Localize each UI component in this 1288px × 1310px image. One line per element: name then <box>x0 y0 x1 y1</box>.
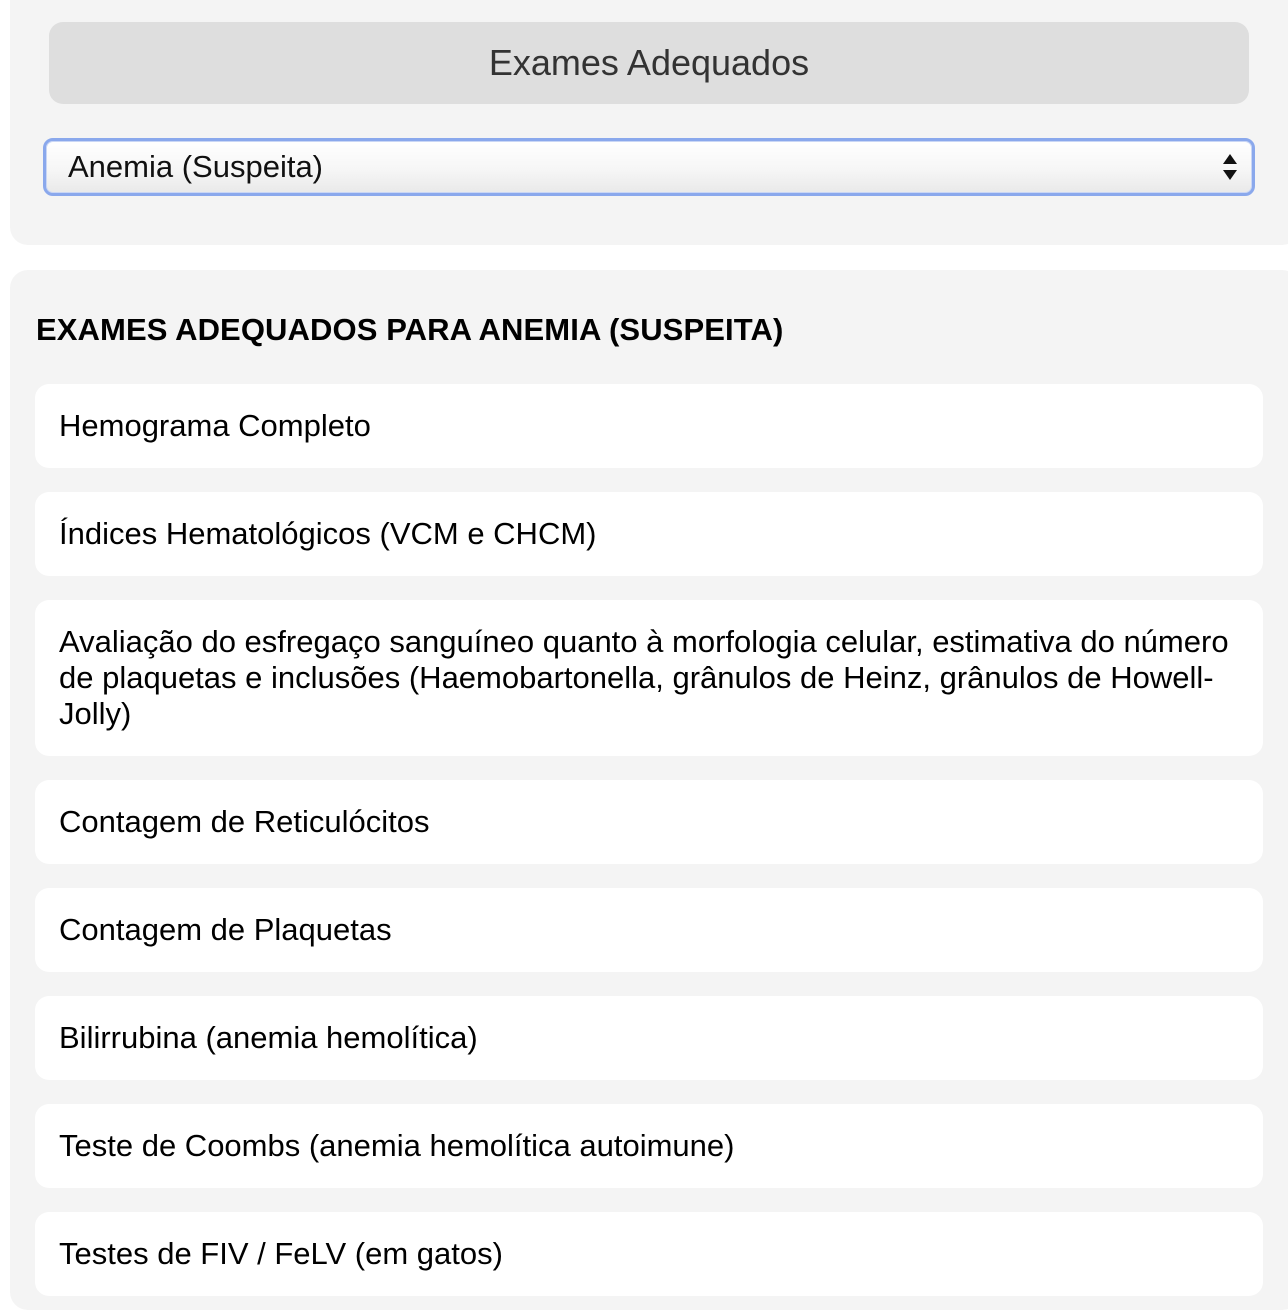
results-heading: EXAMES ADEQUADOS PARA ANEMIA (SUSPEITA) <box>36 312 784 347</box>
exam-list-item: Avaliação do esfregaço sanguíneo quanto … <box>35 600 1263 756</box>
exam-list-item: Contagem de Plaquetas <box>35 888 1263 972</box>
exam-list-item: Hemograma Completo <box>35 384 1263 468</box>
exam-list-item: Contagem de Reticulócitos <box>35 780 1263 864</box>
condition-select-value: Anemia (Suspeita) <box>68 149 324 184</box>
exam-list-item: Índices Hematológicos (VCM e CHCM) <box>35 492 1263 576</box>
exam-list-item: Testes de FIV / FeLV (em gatos) <box>35 1212 1263 1296</box>
exam-list-item: Bilirrubina (anemia hemolítica) <box>35 996 1263 1080</box>
select-updown-arrows-icon <box>1223 154 1237 180</box>
exames-adequados-button[interactable]: Exames Adequados <box>49 22 1249 104</box>
condition-select[interactable]: Anemia (Suspeita) <box>43 138 1255 196</box>
exam-list-item: Teste de Coombs (anemia hemolítica autoi… <box>35 1104 1263 1188</box>
